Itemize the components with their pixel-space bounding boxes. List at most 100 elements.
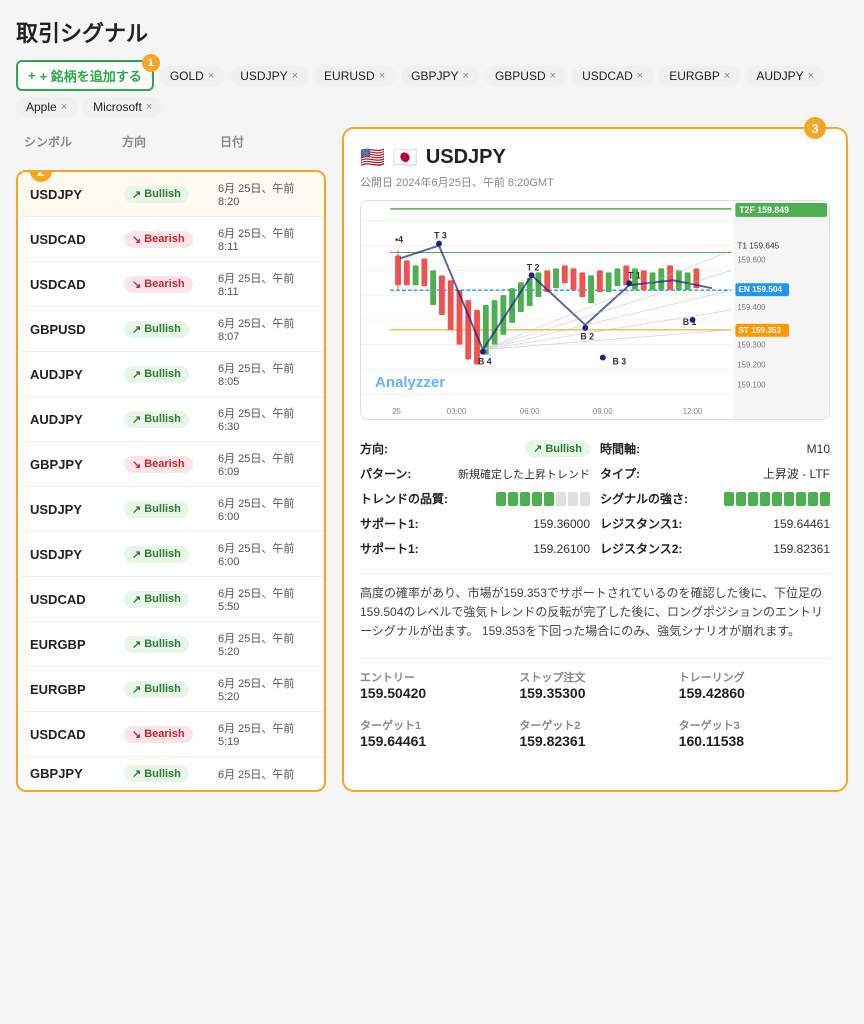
support1-value: 159.36000 [533,517,590,531]
resistance2-label: レジスタンス2: [600,540,682,557]
add-ticker-button[interactable]: + + 銘柄を追加する 1 [16,60,154,91]
date-cell: 6月 25日、午前5:20 [218,630,312,658]
symbol-cell: EURGBP [30,637,124,652]
sbar [760,492,770,506]
target3-label: ターゲット3 [679,717,830,733]
signal-strength-row: シグナルの強さ: [600,486,830,511]
table-row[interactable]: GBPJPY ↗ Bullish 6月 25日、午前 [18,757,324,790]
col-symbol: シンボル [24,133,122,150]
ticker-Microsoft[interactable]: Microsoft × [83,97,162,117]
ticker-AUDJPY[interactable]: AUDJPY × [746,66,824,86]
close-icon[interactable]: × [61,101,67,113]
up-arrow-icon: ↗ [132,368,141,381]
date-cell: 6月 25日、午前6:30 [218,405,312,433]
svg-text:06:00: 06:00 [520,407,540,416]
close-icon[interactable]: × [379,70,385,82]
qbar [532,492,542,506]
ticker-EURUSD[interactable]: EURUSD × [314,66,395,86]
qbar [496,492,506,506]
up-arrow-icon: ↗ [132,638,141,651]
symbol-cell: AUDJPY [30,412,124,427]
sbar [796,492,806,506]
table-row[interactable]: EURGBP ↗ Bullish 6月 25日、午前5:20 [18,667,324,712]
list-header: シンボル 方向 日付 [16,127,326,156]
close-icon[interactable]: × [208,70,214,82]
direction-badge: ↗ Bullish [124,366,189,383]
table-row[interactable]: USDJPY ↗ Bullish 6月 25日、午前6:00 [18,532,324,577]
svg-text:159.400: 159.400 [737,303,766,312]
date-cell: 6月 25日、午前5:19 [218,720,312,748]
direction-badge: ↗ Bullish [124,321,189,338]
table-row[interactable]: GBPUSD ↗ Bullish 6月 25日、午前8:07 [18,307,324,352]
up-arrow-icon: ↗ [132,188,141,201]
date-cell: 6月 25日、午前6:00 [218,495,312,523]
symbol-cell: AUDJPY [30,367,124,382]
table-row[interactable]: USDJPY ↗ Bullish 6月 25日、午前8:20 [18,172,324,217]
sbar [820,492,830,506]
pattern-row: パターン: 新規確定した上昇トレンド [360,461,590,486]
qbar [568,492,578,506]
col-date: 日付 [220,133,318,150]
close-icon[interactable]: × [637,70,643,82]
close-icon[interactable]: × [550,70,556,82]
trailing-cell: トレーリング 159.42860 [679,669,830,701]
trailing-value: 159.42860 [679,685,830,701]
detail-panel: 3 🇺🇸 🇯🇵 USDJPY 公開日 2024年6月25日、午前 8:20GMT [342,127,848,792]
down-arrow-icon: ↘ [132,458,141,471]
symbol-cell: USDCAD [30,232,124,247]
table-row[interactable]: EURGBP ↗ Bullish 6月 25日、午前5:20 [18,622,324,667]
date-cell: 6月 25日、午前 [218,766,312,782]
support2-label: サポート1: [360,540,419,557]
quality-label: トレンドの品質: [360,490,448,507]
ticker-Apple[interactable]: Apple × [16,97,77,117]
pattern-value: 新規確定した上昇トレンド [458,466,590,482]
ticker-USDCAD[interactable]: USDCAD × [572,66,653,86]
table-row[interactable]: USDJPY ↗ Bullish 6月 25日、午前6:00 [18,487,324,532]
close-icon[interactable]: × [146,101,152,113]
add-badge: 1 [142,54,160,72]
symbol-cell: USDJPY [30,502,124,517]
close-icon[interactable]: × [292,70,298,82]
close-icon[interactable]: × [724,70,730,82]
svg-text:03:00: 03:00 [447,407,467,416]
ticker-GBPJPY[interactable]: GBPJPY × [401,66,479,86]
svg-text:B 4: B 4 [478,356,492,366]
stop-label: ストップ注文 [519,669,670,685]
table-row[interactable]: USDCAD ↗ Bullish 6月 25日、午前5:50 [18,577,324,622]
close-icon[interactable]: × [463,70,469,82]
direction-badge: ↘ Bearish [124,276,193,293]
resistance1-label: レジスタンス1: [600,515,682,532]
detail-right-col: 時間軸: M10 タイプ: 上昇波 - LTF シグナルの強さ: [600,436,830,561]
sbar [808,492,818,506]
close-icon[interactable]: × [808,70,814,82]
date-cell: 6月 25日、午前6:09 [218,450,312,478]
svg-text:B 3: B 3 [613,356,627,366]
symbol-cell: USDCAD [30,592,124,607]
table-row[interactable]: USDCAD ↘ Bearish 6月 25日、午前8:11 [18,262,324,307]
up-arrow-icon: ↗ [132,683,141,696]
date-cell: 6月 25日、午前5:20 [218,675,312,703]
table-row[interactable]: USDCAD ↘ Bearish 6月 25日、午前5:19 [18,712,324,757]
ticker-GBPUSD[interactable]: GBPUSD × [485,66,566,86]
symbol-cell: USDJPY [30,187,124,202]
svg-text:159.600: 159.600 [737,255,766,264]
table-row[interactable]: AUDJPY ↗ Bullish 6月 25日、午前8:05 [18,352,324,397]
table-row[interactable]: AUDJPY ↗ Bullish 6月 25日、午前6:30 [18,397,324,442]
target3-value: 160.11538 [679,733,830,749]
ticker-GOLD[interactable]: GOLD × [160,66,224,86]
support1-label: サポート1: [360,515,419,532]
direction-value: ↗ Bullish [525,440,590,457]
type-label: タイプ: [600,465,640,482]
svg-text:EN 159.504: EN 159.504 [738,284,782,294]
direction-badge: ↗ Bullish [124,546,189,563]
svg-text:25: 25 [392,407,401,416]
chart-watermark: Analyzzer [375,374,445,391]
timeframe-value: M10 [807,442,830,456]
ticker-EURGBP[interactable]: EURGBP × [659,66,740,86]
table-row[interactable]: GBPJPY ↘ Bearish 6月 25日、午前6:09 [18,442,324,487]
ticker-USDJPY[interactable]: USDJPY × [230,66,308,86]
date-cell: 6月 25日、午前8:11 [218,270,312,298]
timeframe-label: 時間軸: [600,440,640,457]
table-row[interactable]: USDCAD ↘ Bearish 6月 25日、午前8:11 [18,217,324,262]
type-row: タイプ: 上昇波 - LTF [600,461,830,486]
